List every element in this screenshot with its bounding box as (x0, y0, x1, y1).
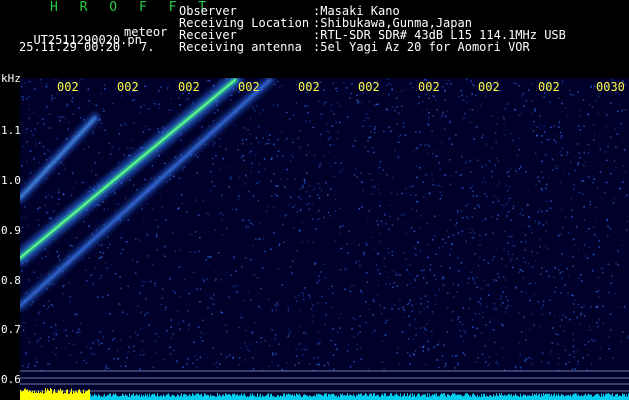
meteor-trails (20, 78, 275, 311)
level-bar (20, 388, 629, 400)
freq-label: 0.9 (1, 224, 21, 237)
time-label: 002 (57, 80, 79, 94)
freq-label: 0.6 (1, 373, 21, 386)
time-label: 002 (178, 80, 200, 94)
frame-index: 7. (140, 40, 155, 54)
spectrogram-canvas (20, 78, 629, 400)
freq-label: 1.0 (1, 174, 21, 187)
file-suffix: meteor (124, 25, 168, 39)
time-label: 0030 (596, 80, 625, 94)
time-label: 002 (358, 80, 380, 94)
freq-label: 0.8 (1, 274, 21, 287)
time-label: 002 (117, 80, 139, 94)
date-time: 25.11.29 00:20 (19, 40, 121, 54)
time-label: 002 (238, 80, 260, 94)
time-label: 002 (478, 80, 500, 94)
time-label: 002 (538, 80, 560, 94)
time-label: 002 (418, 80, 440, 94)
time-label: 002 (298, 80, 320, 94)
antenna-value: :5el Yagi Az 20 for Aomori VOR (313, 40, 530, 54)
freq-label: 1.1 (1, 124, 21, 137)
freq-unit: kHz (1, 72, 21, 85)
spectrogram (20, 78, 629, 400)
antenna-label: Receiving antenna (179, 40, 302, 54)
reference-lines (20, 370, 629, 392)
freq-label: 0.7 (1, 323, 21, 336)
